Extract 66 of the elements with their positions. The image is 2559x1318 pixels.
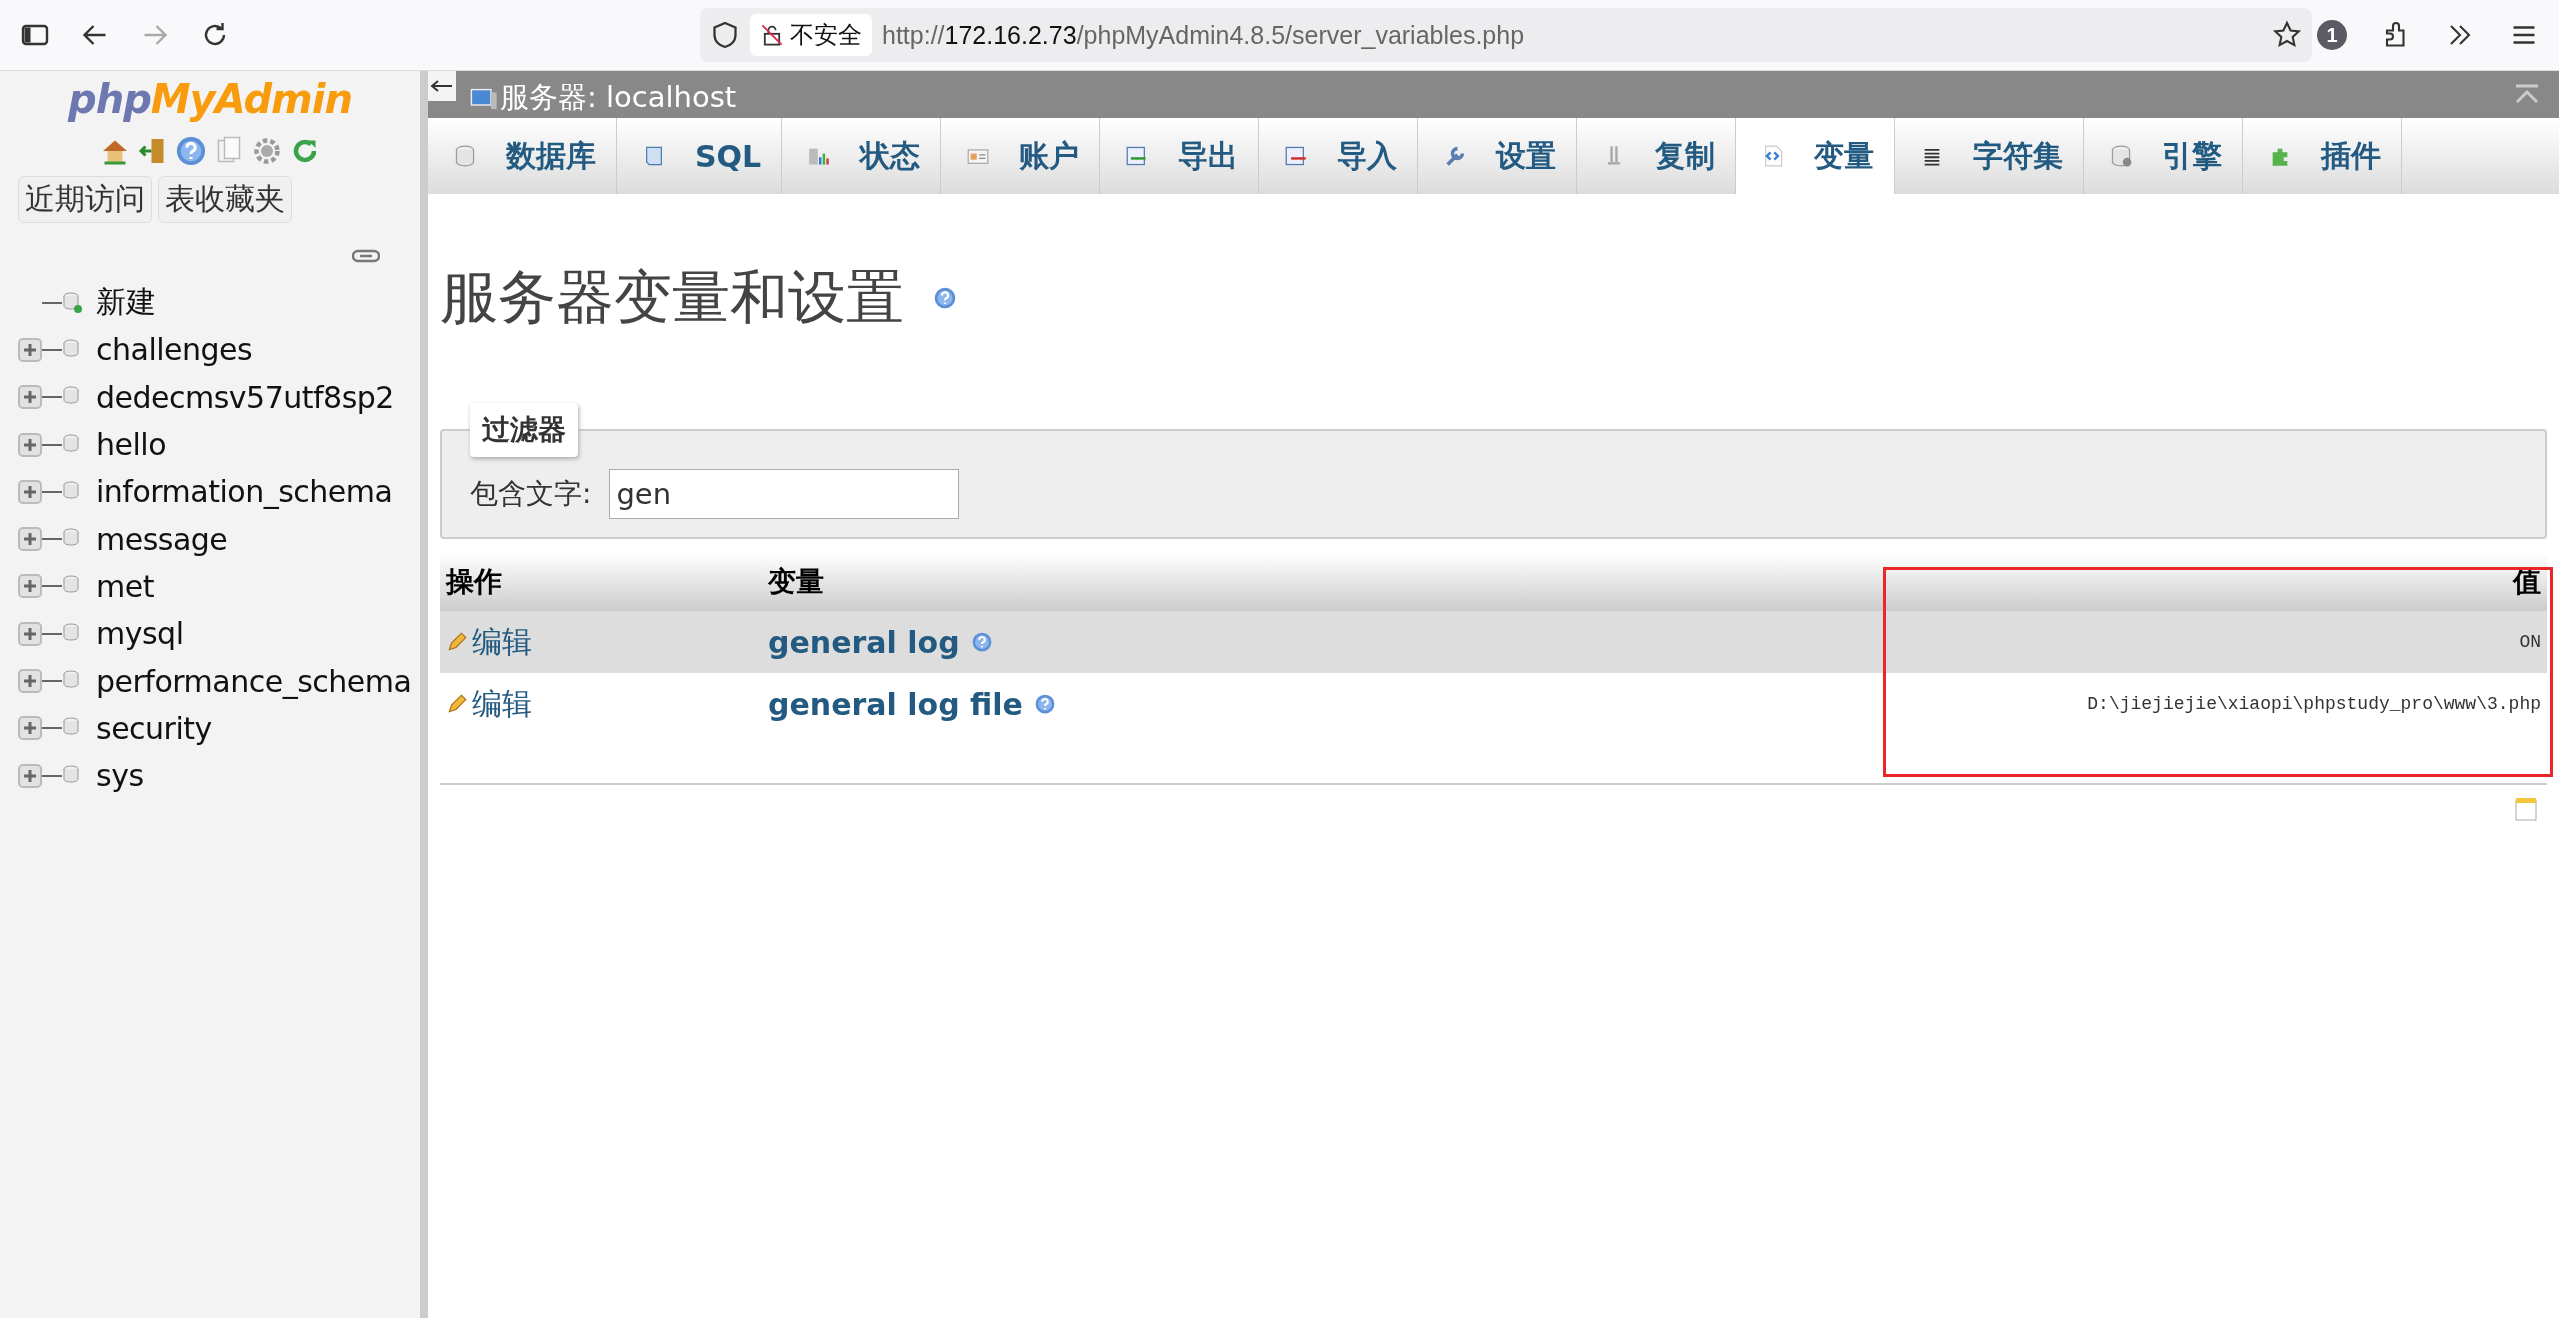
database-gear-icon: [2112, 145, 2132, 167]
database-name[interactable]: performance_schema: [96, 663, 412, 699]
import-icon: [1285, 146, 1306, 166]
database-name[interactable]: met: [96, 568, 154, 604]
expand-toggle-icon[interactable]: [18, 621, 42, 646]
address-bar[interactable]: 不安全 http://172.16.2.73/phpMyAdmin4.8.5/server_variables.php: [700, 8, 2312, 62]
database-name[interactable]: hello: [96, 427, 166, 463]
star-icon[interactable]: [2272, 20, 2302, 50]
scroll-icon: [646, 146, 662, 166]
help-icon[interactable]: [934, 287, 956, 309]
column-header: 变量: [762, 553, 1460, 611]
database-name[interactable]: mysql: [96, 616, 184, 652]
filter-legend: 过滤器: [470, 403, 578, 457]
database-name[interactable]: 新建: [96, 282, 155, 324]
expand-toggle-icon[interactable]: [18, 385, 42, 410]
notification-badge[interactable]: 1: [2317, 20, 2347, 50]
help-icon[interactable]: [971, 632, 992, 652]
pencil-icon: [446, 631, 468, 653]
export-icon: [1126, 146, 1146, 166]
new-database-icon[interactable]: [62, 291, 82, 314]
expand-toggle-icon[interactable]: [18, 479, 42, 504]
edit-link[interactable]: 编辑: [446, 683, 756, 725]
database-name[interactable]: message: [96, 521, 228, 557]
database-name[interactable]: sys: [96, 758, 144, 794]
filter-label: 包含文字:: [470, 476, 592, 512]
security-indicator[interactable]: 不安全: [750, 14, 872, 56]
page-heading: 服务器变量和设置: [440, 262, 904, 333]
settings-icon[interactable]: [252, 136, 282, 166]
pencil-icon: [446, 693, 468, 715]
database-name[interactable]: challenges: [96, 332, 253, 368]
crossed-lock-icon: [760, 23, 784, 47]
database-name[interactable]: information_schema: [96, 474, 393, 510]
filter-input[interactable]: gen: [609, 469, 960, 519]
variable-value: ON: [1459, 611, 2547, 673]
database-name[interactable]: security: [96, 710, 212, 746]
nav-tab[interactable]: 变量: [1736, 118, 1896, 194]
variable-name[interactable]: general log: [768, 624, 960, 660]
bar-chart-icon: [809, 148, 829, 165]
server-breadcrumb[interactable]: 服务器: localhost: [470, 78, 737, 118]
expand-toggle-icon[interactable]: [18, 574, 42, 599]
help-icon[interactable]: [1035, 694, 1055, 714]
sidebar-tab[interactable]: 近期访问: [18, 176, 152, 223]
variable-name[interactable]: general log file: [768, 686, 1023, 722]
expand-toggle-icon[interactable]: [18, 432, 42, 457]
list-icon: [1924, 148, 1941, 166]
expand-toggle-icon[interactable]: [18, 669, 42, 693]
column-header: 操作: [440, 553, 762, 611]
code-file-icon: [1765, 145, 1783, 167]
url-text[interactable]: http://172.16.2.73/phpMyAdmin4.8.5/server_variables.php: [882, 20, 2262, 50]
column-header: 值: [1459, 553, 2547, 611]
expand-toggle-icon[interactable]: [18, 337, 42, 362]
shield-icon[interactable]: [710, 20, 740, 50]
logo[interactable]: phpMyAdmin: [68, 76, 352, 122]
puzzle-icon: [2272, 148, 2288, 166]
help-icon[interactable]: [176, 136, 206, 166]
link-icon[interactable]: [352, 249, 380, 263]
sidebar-tab[interactable]: 表收藏夹: [158, 176, 292, 223]
variable-value: D:\jiejiejie\xiaopi\phpstudy_pro\www\3.php: [1459, 673, 2547, 735]
expand-toggle-icon[interactable]: [18, 763, 42, 788]
expand-toggle-icon[interactable]: [18, 716, 42, 741]
replication-icon: [1608, 146, 1621, 165]
expand-toggle-icon[interactable]: [18, 527, 42, 552]
database-icon: [455, 145, 475, 167]
wrench-icon: [1446, 146, 1465, 167]
id-card-icon: [967, 149, 989, 164]
database-name[interactable]: dedecmsv57utf8sp2: [96, 379, 394, 415]
